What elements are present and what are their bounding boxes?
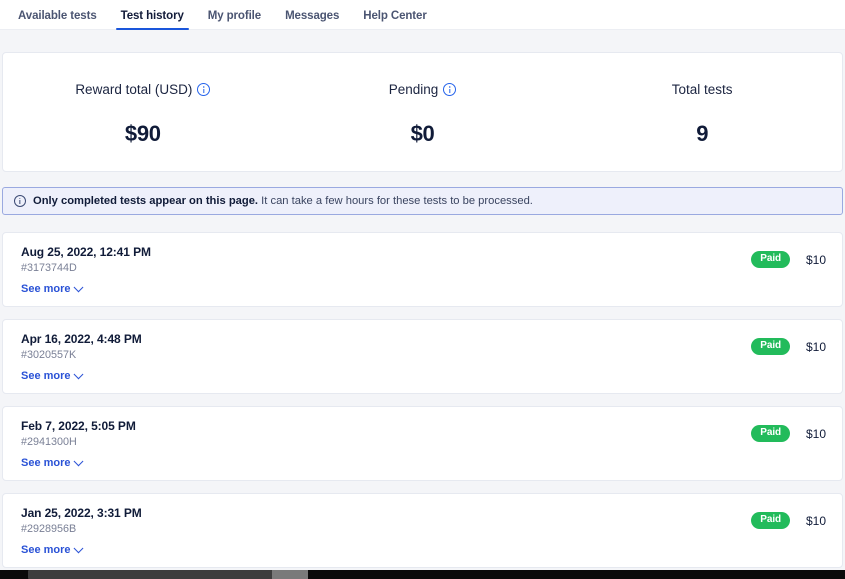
info-circle-icon	[14, 195, 26, 207]
test-id: #2928956B	[21, 523, 77, 536]
see-more-button[interactable]: See more	[21, 456, 83, 469]
stat-pending-value: $0	[410, 121, 435, 146]
stat-total-tests-value: 9	[696, 121, 709, 146]
chevron-down-icon	[73, 282, 83, 293]
horizontal-scrollbar-thumb-highlight[interactable]	[272, 570, 308, 579]
test-history-list: Aug 25, 2022, 12:41 PM #3173744D See mor…	[2, 232, 843, 579]
see-more-button[interactable]: See more	[21, 282, 83, 295]
status-badge: Paid	[751, 338, 790, 355]
test-id: #3173744D	[21, 262, 77, 275]
summary-stats-card: Reward total (USD) $90 Pending $0 Total …	[2, 52, 843, 172]
nav-tab-my-profile[interactable]: My profile	[196, 10, 273, 30]
table-row[interactable]: Jan 25, 2022, 3:31 PM #2928956B See more…	[2, 493, 843, 568]
stat-pending-label: Pending	[388, 82, 439, 97]
nav-tab-available-tests[interactable]: Available tests	[6, 10, 109, 30]
see-more-label: See more	[21, 283, 71, 295]
nav-tab-messages[interactable]: Messages	[273, 10, 351, 30]
see-more-label: See more	[21, 457, 71, 469]
page-root: Available tests Test history My profile …	[0, 0, 845, 579]
table-row[interactable]: Apr 16, 2022, 4:48 PM #3020557K See more…	[2, 319, 843, 394]
table-row[interactable]: Aug 25, 2022, 12:41 PM #3173744D See mor…	[2, 232, 843, 307]
test-id: #2941300H	[21, 436, 77, 449]
info-banner-detail: It can take a few hours for these tests …	[258, 195, 533, 207]
pending-info-icon[interactable]	[443, 83, 457, 97]
stat-reward-total-label: Reward total (USD)	[75, 82, 193, 97]
test-meta: Paid $10	[751, 251, 826, 268]
info-banner-headline: Only completed tests appear on this page…	[33, 195, 259, 207]
stat-reward-total-value: $90	[124, 121, 161, 146]
test-amount: $10	[805, 252, 826, 267]
stat-total-tests-label-group: Total tests	[672, 83, 733, 97]
nav-tab-test-history[interactable]: Test history	[109, 10, 196, 30]
stat-reward-total: Reward total (USD) $90	[3, 81, 283, 147]
stat-pending-label-group: Pending	[389, 83, 457, 97]
status-badge: Paid	[751, 425, 790, 442]
test-date: Apr 16, 2022, 4:48 PM	[21, 332, 142, 346]
see-more-button[interactable]: See more	[21, 369, 83, 382]
test-date: Aug 25, 2022, 12:41 PM	[21, 245, 151, 259]
stat-total-tests-label: Total tests	[671, 82, 733, 97]
stat-total-tests: Total tests 9	[562, 81, 842, 147]
chevron-down-icon	[73, 543, 83, 554]
horizontal-scrollbar[interactable]	[0, 570, 845, 579]
test-amount: $10	[805, 426, 826, 441]
test-amount: $10	[805, 513, 826, 528]
see-more-label: See more	[21, 370, 71, 382]
status-badge: Paid	[751, 512, 790, 529]
horizontal-scrollbar-thumb[interactable]	[28, 570, 308, 579]
stat-pending: Pending $0	[283, 81, 563, 147]
test-date: Jan 25, 2022, 3:31 PM	[21, 506, 142, 520]
test-meta: Paid $10	[751, 338, 826, 355]
nav-tab-help-center[interactable]: Help Center	[351, 10, 438, 30]
info-banner-text: Only completed tests appear on this page…	[33, 195, 533, 207]
reward-total-info-icon[interactable]	[197, 83, 211, 97]
see-more-label: See more	[21, 544, 71, 556]
table-row[interactable]: Feb 7, 2022, 5:05 PM #2941300H See more …	[2, 406, 843, 481]
main-navigation: Available tests Test history My profile …	[0, 0, 845, 30]
chevron-down-icon	[73, 456, 83, 467]
test-date: Feb 7, 2022, 5:05 PM	[21, 419, 136, 433]
chevron-down-icon	[73, 369, 83, 380]
status-badge: Paid	[751, 251, 790, 268]
stat-reward-total-label-group: Reward total (USD)	[75, 82, 211, 97]
test-meta: Paid $10	[751, 512, 826, 529]
test-amount: $10	[805, 339, 826, 354]
info-banner: Only completed tests appear on this page…	[2, 187, 843, 215]
see-more-button[interactable]: See more	[21, 543, 83, 556]
test-meta: Paid $10	[751, 425, 826, 442]
summary-stats-row: Reward total (USD) $90 Pending $0 Total …	[3, 53, 842, 171]
test-id: #3020557K	[21, 349, 77, 362]
